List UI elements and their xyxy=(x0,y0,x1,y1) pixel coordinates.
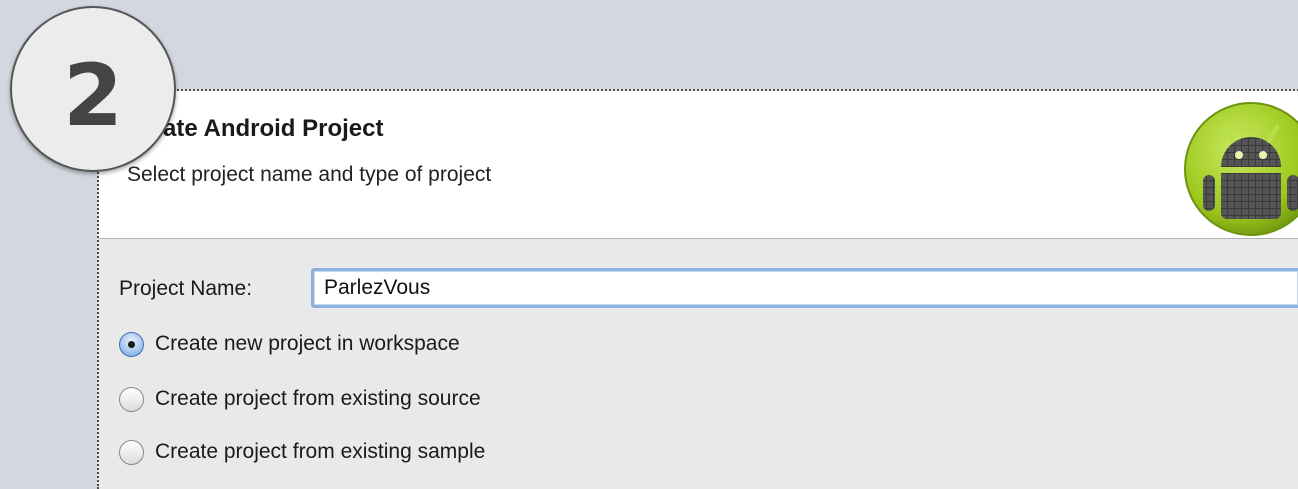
radio-create-from-existing-sample[interactable]: Create project from existing sample xyxy=(119,435,485,469)
radio-create-from-existing-source[interactable]: Create project from existing source xyxy=(119,382,481,416)
step-number-badge: 2 xyxy=(10,6,176,172)
radio-label: Create new project in workspace xyxy=(155,332,460,355)
dialog-header: Create Android Project Select project na… xyxy=(99,91,1298,239)
radio-button[interactable] xyxy=(119,386,144,412)
project-name-input[interactable] xyxy=(311,268,1298,308)
radio-button[interactable] xyxy=(119,439,144,465)
step-number: 2 xyxy=(63,46,123,146)
radio-label: Create project from existing source xyxy=(155,387,481,410)
new-project-dialog: Create Android Project Select project na… xyxy=(97,89,1298,489)
radio-dot-icon xyxy=(128,340,135,348)
radio-button-selected[interactable] xyxy=(119,331,144,357)
radio-create-new-project[interactable]: Create new project in workspace xyxy=(119,327,460,361)
radio-label: Create project from existing sample xyxy=(155,440,486,463)
dialog-subtitle: Select project name and type of project xyxy=(127,163,492,186)
project-name-label: Project Name: xyxy=(119,277,253,300)
android-logo-icon xyxy=(1184,102,1298,236)
